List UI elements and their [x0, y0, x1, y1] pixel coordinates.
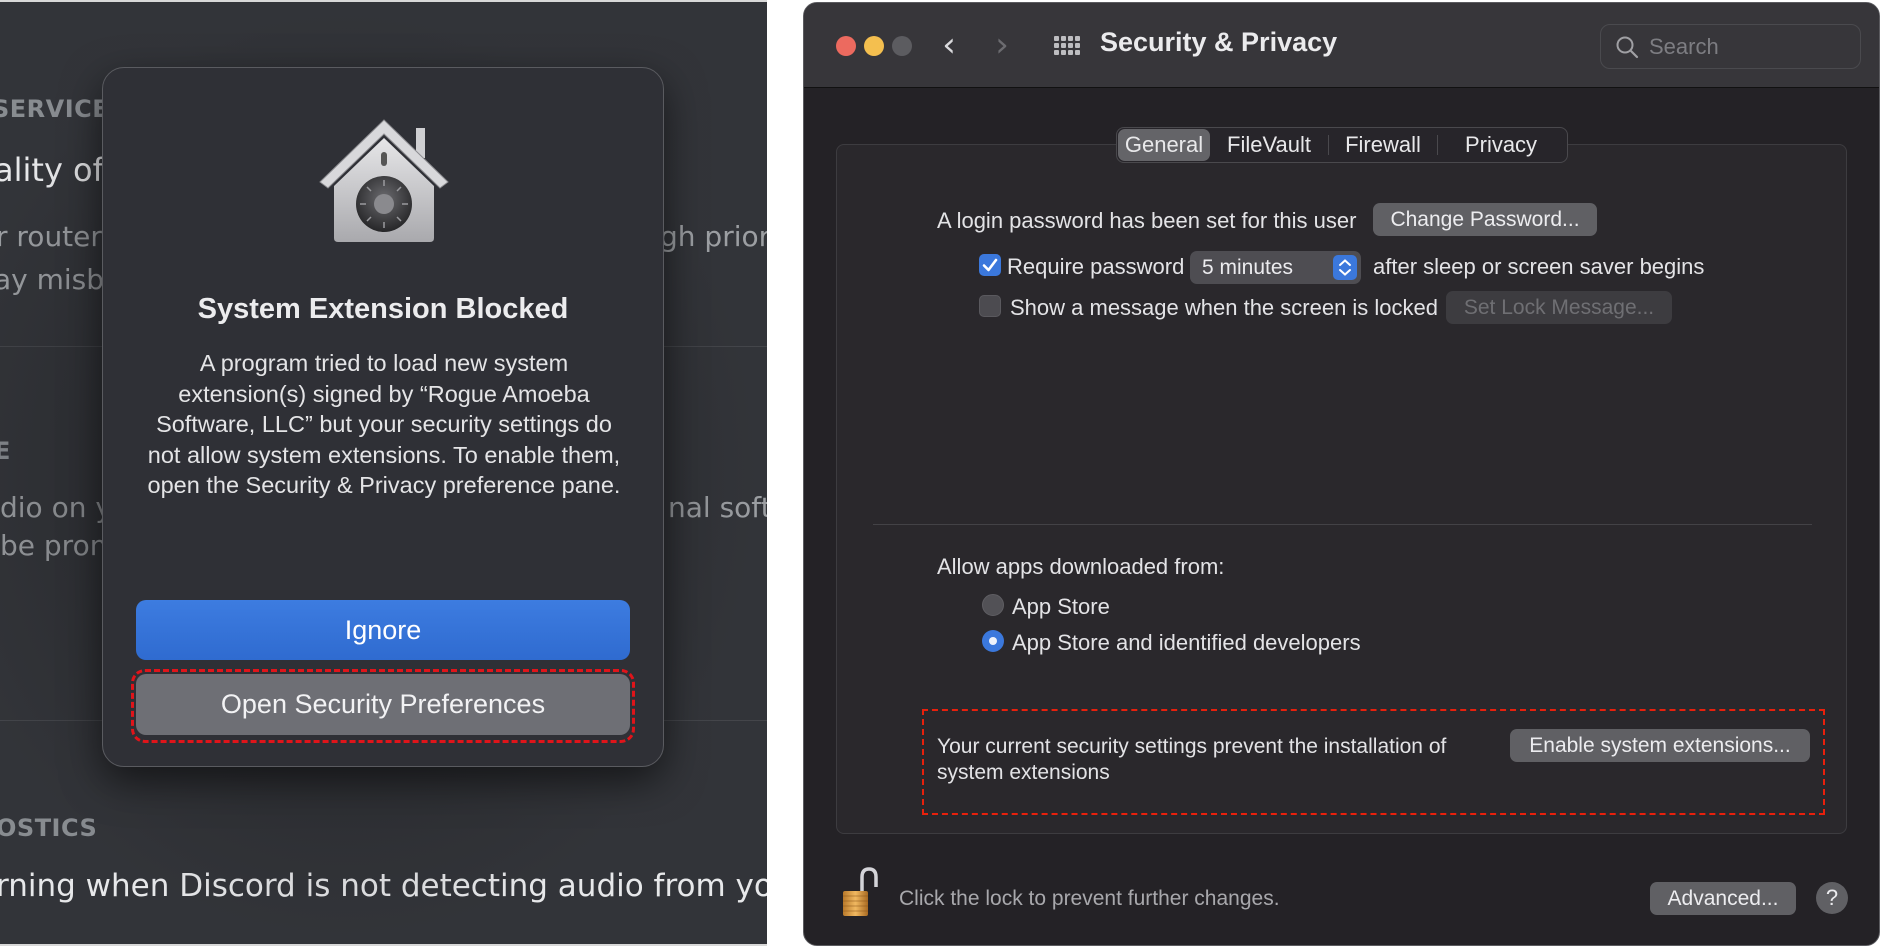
show-all-grid-icon[interactable] [1054, 36, 1082, 56]
audio-description-line1: dio on y [0, 491, 112, 524]
back-chevron-icon[interactable]: ‹ [934, 25, 964, 65]
system-extension-blocked-dialog: System Extension Blocked A program tried… [102, 67, 664, 767]
highlight-annotation [922, 709, 1825, 815]
search-icon [1616, 36, 1639, 59]
set-lock-message-button[interactable]: Set Lock Message... [1446, 291, 1672, 324]
login-password-label: A login password has been set for this u… [937, 208, 1357, 233]
unlocked-padlock-icon[interactable] [840, 867, 884, 919]
require-password-label: Require password [1007, 254, 1185, 279]
lock-status-text: Click the lock to prevent further change… [899, 887, 1280, 910]
highlight-annotation [131, 669, 635, 743]
tab-privacy[interactable]: Privacy [1438, 129, 1564, 161]
tab-firewall[interactable]: Firewall [1329, 129, 1437, 161]
require-password-suffix: after sleep or screen saver begins [1373, 254, 1705, 279]
section-header-diagnostics: OSTICS [0, 814, 98, 842]
dialog-title: System Extension Blocked [197, 293, 569, 325]
minimize-window-button[interactable] [864, 36, 884, 56]
allow-apps-label: Allow apps downloaded from: [937, 554, 1225, 579]
require-password-delay-select[interactable]: 5 minutes [1190, 251, 1361, 284]
security-house-vault-icon [319, 119, 449, 242]
tab-bar: General FileVault Firewall Privacy [1116, 127, 1568, 163]
window-title: Security & Privacy [1100, 27, 1338, 57]
audio-description-line2: be prom [0, 529, 117, 562]
zoom-window-button[interactable] [892, 36, 912, 56]
show-message-checkbox[interactable] [979, 295, 1001, 317]
selected-delay-value: 5 minutes [1202, 256, 1294, 279]
radio-app-store-label: App Store [1012, 594, 1110, 619]
show-message-label: Show a message when the screen is locked [1010, 295, 1439, 320]
require-password-checkbox[interactable] [979, 254, 1001, 276]
section-divider [873, 524, 1812, 525]
service-description-line1-right: gh priori [660, 220, 767, 253]
radio-app-store-identified-developers-label: App Store and identified developers [1012, 630, 1361, 655]
tab-filevault[interactable]: FileVault [1210, 129, 1328, 161]
updown-chevron-icon [1333, 255, 1357, 280]
section-header-audio: E [0, 437, 11, 465]
tab-general[interactable]: General [1118, 129, 1210, 161]
title-bar: ‹ › Security & Privacy [804, 3, 1879, 88]
audio-description-line1-right: nal softw [668, 491, 767, 524]
section-header-service: SERVICE [0, 95, 110, 123]
diagnostics-warning-text: rning when Discord is not detecting audi… [0, 868, 767, 904]
forward-chevron-icon[interactable]: › [987, 25, 1017, 65]
radio-app-store-identified-developers[interactable] [982, 630, 1004, 652]
dialog-message: A program tried to load new system exten… [147, 350, 621, 498]
radio-app-store[interactable] [982, 594, 1004, 616]
search-input[interactable] [1649, 25, 1849, 68]
close-window-button[interactable] [836, 36, 856, 56]
change-password-button[interactable]: Change Password... [1373, 203, 1597, 236]
discord-settings-background: SERVICE ality of S r router t gh priori … [0, 0, 767, 946]
help-button[interactable]: ? [1816, 882, 1848, 914]
checkmark-icon [982, 258, 998, 272]
advanced-button[interactable]: Advanced... [1650, 882, 1796, 915]
security-privacy-window: ‹ › Security & Privacy General FileVault… [803, 2, 1880, 946]
ignore-button[interactable]: Ignore [136, 600, 630, 660]
search-field[interactable] [1600, 24, 1861, 69]
